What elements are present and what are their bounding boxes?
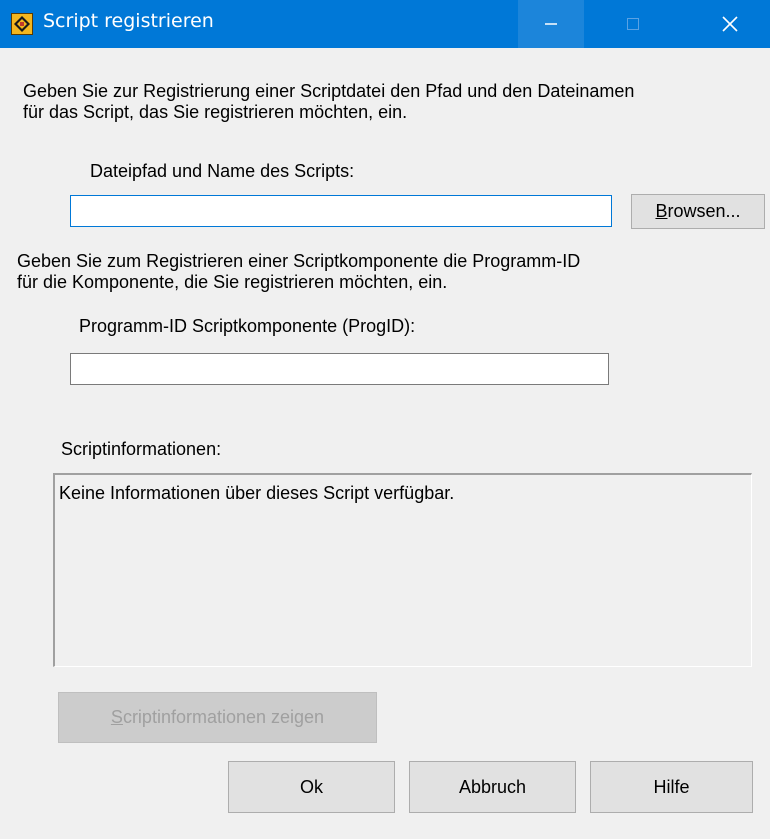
close-icon: [722, 16, 738, 32]
maximize-icon: [627, 18, 639, 30]
help-button[interactable]: Hilfe: [590, 761, 753, 813]
browse-button[interactable]: Browsen...: [631, 194, 765, 229]
minimize-icon: [545, 23, 557, 25]
show-script-info-button[interactable]: Scriptinformationen zeigen: [58, 692, 377, 743]
browse-mnemonic: B: [655, 201, 668, 221]
script-info-box: Keine Informationen über dieses Script v…: [53, 473, 752, 667]
minimize-button[interactable]: [518, 0, 584, 48]
script-path-input[interactable]: [70, 195, 612, 227]
intro-text-line1: Geben Sie zur Registrierung einer Script…: [23, 81, 635, 101]
path-field-label: Dateipfad und Name des Scripts:: [90, 161, 355, 181]
app-icon: [11, 13, 33, 35]
script-info-text: Keine Informationen über dieses Script v…: [59, 483, 455, 503]
close-button[interactable]: [697, 0, 763, 48]
window-title: Script registrieren: [43, 10, 214, 32]
ok-button[interactable]: Ok: [228, 761, 395, 813]
script-info-label: Scriptinformationen:: [61, 439, 222, 459]
dialog-window: Script registrieren Geben Sie zur Regist…: [0, 0, 770, 839]
show-info-label: criptinformationen zeigen: [122, 707, 325, 727]
intro-text-line2: für das Script, das Sie registrieren möc…: [23, 102, 408, 122]
maximize-button[interactable]: [600, 0, 666, 48]
title-bar[interactable]: Script registrieren: [0, 0, 770, 48]
progid-input[interactable]: [70, 353, 609, 385]
progid-field-label: Programm-ID Scriptkomponente (ProgID):: [79, 316, 416, 336]
browse-label: rowsen...: [667, 201, 741, 221]
component-intro-line2: für die Komponente, die Sie registrieren…: [17, 272, 448, 292]
cancel-button[interactable]: Abbruch: [409, 761, 576, 813]
component-intro-line1: Geben Sie zum Registrieren einer Scriptk…: [17, 251, 581, 271]
show-info-mnemonic: S: [110, 707, 123, 727]
